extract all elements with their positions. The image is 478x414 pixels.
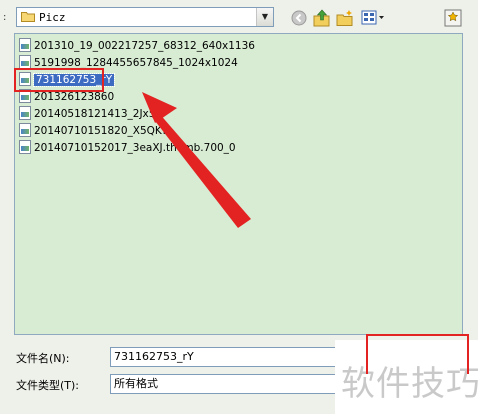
filetype-label: 文件类型(T):: [16, 379, 80, 392]
up-folder-icon[interactable]: [313, 9, 331, 27]
view-menu-icon[interactable]: [361, 9, 385, 27]
chevron-down-icon[interactable]: ▼: [256, 8, 273, 26]
highlight-box-open-button: [366, 334, 469, 374]
highlight-box: [14, 68, 104, 92]
new-folder-icon[interactable]: [336, 9, 354, 27]
look-in-value: Picz: [39, 11, 66, 24]
file-name: 20140518121413_2Jx5a: [34, 108, 162, 120]
filename-label: 文件名(N):: [16, 352, 70, 365]
left-edge-colon: :: [3, 12, 7, 23]
image-file-icon: [19, 106, 31, 120]
image-file-icon: [19, 38, 31, 52]
folder-icon: [21, 12, 35, 22]
file-name: 20140710152017_3eaXJ.thumb.700_0: [34, 142, 236, 154]
file-name: 201310_19_002217257_68312_640x1136: [34, 40, 255, 52]
image-file-icon: [19, 55, 31, 69]
list-item[interactable]: 20140710151820_X5QKT: [19, 123, 167, 139]
filename-input[interactable]: 731162753_rY: [110, 347, 360, 367]
file-name: 20140710151820_X5QKT: [34, 125, 168, 137]
image-file-icon: [19, 140, 31, 154]
list-item[interactable]: 20140710152017_3eaXJ.thumb.700_0: [19, 140, 236, 156]
filetype-select[interactable]: 所有格式: [110, 374, 360, 394]
back-icon[interactable]: [290, 9, 308, 27]
tools-icon[interactable]: [444, 9, 462, 27]
image-file-icon: [19, 123, 31, 137]
file-name: 201326123860: [34, 91, 115, 103]
list-item[interactable]: 201310_19_002217257_68312_640x1136: [19, 38, 255, 54]
list-item[interactable]: 20140518121413_2Jx5a: [19, 106, 162, 122]
look-in-combo[interactable]: Picz ▼: [16, 7, 274, 27]
